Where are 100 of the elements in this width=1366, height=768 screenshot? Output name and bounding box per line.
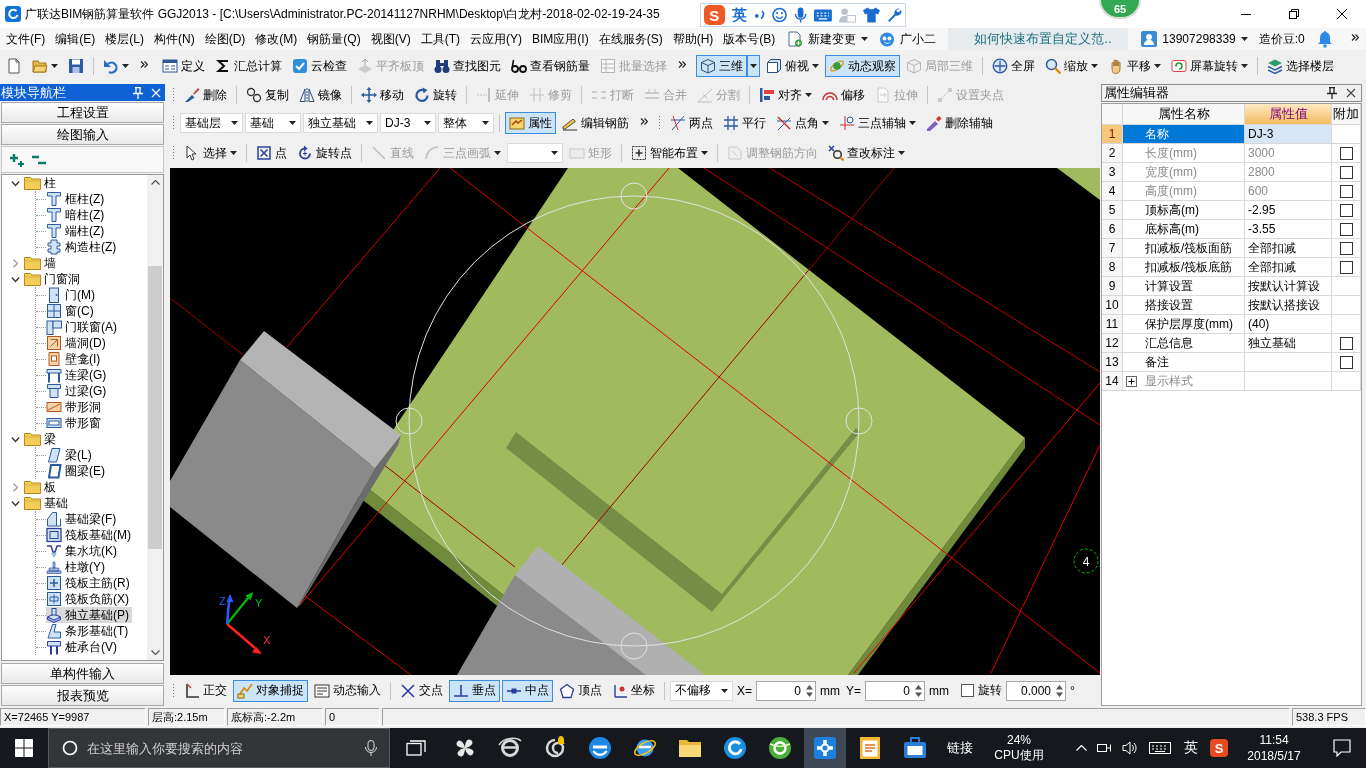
property-value-cell[interactable]: 按默认搭接设 (1245, 296, 1332, 315)
ring-logo-icon[interactable] (722, 736, 747, 760)
mirror-button[interactable]: 镜像 (295, 84, 346, 106)
dropdown-select[interactable]: 独立基础 (303, 113, 378, 133)
links-toolbar-label[interactable]: 链接 (947, 739, 973, 757)
menu-item[interactable]: 编辑(E) (50, 29, 101, 49)
spin-arrows-icon[interactable] (806, 683, 813, 698)
three-point-axis-button[interactable]: 三点辅轴 (835, 112, 920, 134)
tree-folder[interactable]: 门窗洞 (24, 271, 83, 287)
panel-tab-button[interactable]: 工程设置 (1, 102, 164, 123)
close-icon[interactable] (1337, 9, 1347, 19)
chevron-down-icon[interactable] (11, 274, 20, 284)
top-view-button[interactable]: 俯视 (762, 55, 823, 77)
property-name-cell[interactable]: 顶标高(m) (1123, 201, 1245, 220)
input-mode-toggle[interactable]: 英 (731, 5, 747, 25)
property-value-cell[interactable]: -2.95 (1245, 201, 1332, 220)
property-value-cell[interactable]: DJ-3 (1245, 125, 1332, 144)
tree-item[interactable]: 构造柱(Z) (46, 239, 120, 255)
tree-item[interactable]: 框柱(Z) (46, 191, 108, 207)
cloud-check-button[interactable]: 云检查 (288, 55, 351, 77)
coordinate-button[interactable]: 坐标 (608, 679, 659, 702)
menu-item[interactable]: 视图(V) (365, 29, 416, 49)
checkbox[interactable] (1339, 222, 1353, 236)
grip-handle[interactable] (395, 407, 423, 435)
property-name-cell[interactable]: 名称 (1123, 125, 1245, 144)
edit-label-button[interactable]: 查改标注 (824, 142, 909, 164)
menu-item[interactable]: 构件(N) (149, 29, 200, 49)
tree-item[interactable]: 筏板基础(M) (46, 527, 134, 543)
menu-item[interactable]: 工具(T) (415, 29, 465, 49)
move-button[interactable]: 移动 (357, 84, 408, 106)
minimize-icon[interactable] (1241, 13, 1251, 15)
grip-handle[interactable] (620, 182, 648, 210)
tree-folder[interactable]: 基础 (24, 495, 71, 511)
property-value-cell[interactable]: 全部扣减 (1245, 239, 1332, 258)
bell-icon[interactable] (1316, 30, 1333, 48)
tree-item[interactable]: 条形基础(T) (46, 623, 132, 639)
object-snap-button[interactable]: 对象捕捉 (233, 679, 308, 702)
tree-item[interactable]: 窗(C) (46, 303, 97, 319)
property-value-cell[interactable]: (40) (1245, 315, 1332, 334)
search-icon[interactable] (62, 740, 78, 756)
panel-tab-button[interactable]: 单构件输入 (1, 663, 164, 684)
panel-tab-button[interactable]: 报表预览 (1, 685, 164, 706)
define-button[interactable]: 定义 (158, 55, 209, 77)
property-value-cell[interactable]: 独立基础 (1245, 334, 1332, 353)
tree-folder[interactable]: 梁 (24, 431, 59, 447)
property-name-cell[interactable]: 计算设置 (1123, 277, 1245, 296)
tree-item[interactable]: 门(M) (46, 287, 98, 303)
tip-link[interactable]: 如何快速布置自定义范.. (974, 30, 1112, 48)
dropdown-select[interactable]: DJ-3 (380, 113, 436, 133)
menu-item[interactable]: 帮助(H) (667, 29, 719, 49)
chevron-right-icon[interactable] (11, 258, 20, 268)
grip-handle[interactable] (620, 632, 648, 660)
property-name-cell[interactable]: 汇总信息 (1123, 334, 1245, 353)
tree-folder[interactable]: 柱 (24, 175, 59, 191)
point-button[interactable]: 点 (252, 142, 291, 164)
chevron-down-icon[interactable] (11, 498, 20, 508)
tree-item[interactable]: 暗柱(Z) (46, 207, 108, 223)
menu-item[interactable]: 版本号(B) (718, 29, 781, 49)
intersection-snap-button[interactable]: 交点 (396, 679, 447, 702)
spin-arrows-icon[interactable] (1056, 683, 1064, 698)
point-angle-axis-button[interactable]: 点角 (772, 112, 833, 134)
fullscreen-button[interactable]: 全屏 (988, 55, 1039, 77)
parallel-axis-button[interactable]: 平行 (719, 112, 770, 134)
microphone-icon[interactable] (794, 7, 808, 23)
checkbox[interactable] (1339, 336, 1353, 350)
menu-item[interactable]: 文件(F) (1, 29, 51, 49)
tree-item[interactable]: 筏板负筋(X) (46, 591, 132, 607)
property-name-cell[interactable]: 扣减板/筏板底筋 (1123, 258, 1245, 277)
overflow-chevron-icon[interactable] (140, 61, 148, 68)
ring-disc-icon[interactable] (767, 736, 792, 760)
menu-item[interactable]: 绘图(D) (199, 29, 251, 49)
menu-item[interactable]: 在线服务(S) (593, 29, 668, 49)
checkbox[interactable] (1339, 260, 1353, 274)
offset-button[interactable]: 偏移 (818, 84, 869, 106)
overflow-chevron-icon[interactable] (1351, 34, 1359, 41)
tree-folder[interactable]: 墙 (24, 255, 59, 271)
3d-view-button[interactable]: 三维 (696, 55, 747, 77)
rotate-point-button[interactable]: 旋转点 (293, 142, 356, 164)
number-field[interactable]: 0.000 (1006, 680, 1067, 701)
tree-item[interactable]: 门联窗(A) (46, 319, 120, 335)
language-indicator[interactable]: 英 (1184, 739, 1198, 757)
tree-item[interactable]: 端柱(Z) (46, 223, 108, 239)
tree-item[interactable]: 独立基础(P) (46, 607, 132, 623)
properties-button[interactable]: 属性 (505, 112, 556, 134)
property-value-cell[interactable]: 按默认计算设 (1245, 277, 1332, 296)
copy-button[interactable]: 复制 (242, 84, 293, 106)
checkbox[interactable] (1339, 203, 1353, 217)
align-button[interactable]: 对齐 (755, 84, 816, 106)
restore-icon[interactable] (1289, 9, 1299, 19)
tree-item[interactable]: 梁(L) (46, 447, 95, 463)
menu-action-button[interactable]: 广小二 (875, 29, 941, 49)
menu-item[interactable]: 修改(M) (250, 29, 303, 49)
orbit-button[interactable]: 动态观察 (825, 55, 900, 77)
two-point-axis-button[interactable]: 两点 (666, 112, 717, 134)
tree-item[interactable]: 过梁(G) (46, 383, 110, 399)
scrollbar-thumb[interactable] (148, 266, 162, 549)
pan-button[interactable]: 平移 (1104, 55, 1165, 77)
expand-all-icon[interactable] (9, 152, 25, 167)
smiley-icon[interactable] (772, 7, 788, 23)
property-value-cell[interactable]: 全部扣减 (1245, 258, 1332, 277)
